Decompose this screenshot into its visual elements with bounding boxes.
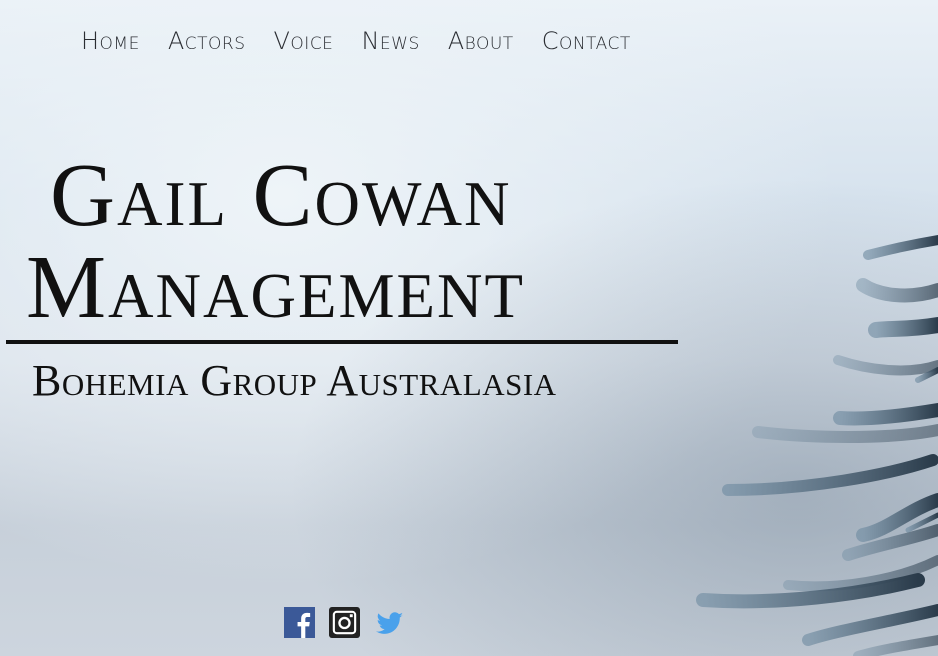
fern-branch-image [696, 235, 938, 656]
nav-contact[interactable]: Contact [542, 26, 631, 56]
social-links [284, 607, 405, 638]
logo-divider [6, 340, 678, 344]
nav-voice[interactable]: Voice [274, 26, 334, 56]
instagram-icon[interactable] [329, 607, 360, 638]
nav-home[interactable]: Home [81, 26, 140, 56]
twitter-icon[interactable] [374, 607, 405, 638]
nav-news[interactable]: News [361, 26, 419, 56]
nav-actors[interactable]: Actors [168, 26, 246, 56]
logo-line-2: Management [26, 238, 525, 337]
logo-tagline: Bohemia Group Australasia [32, 356, 557, 405]
main-nav: Home Actors Voice News About Contact [81, 26, 659, 56]
logo-line-1: Gail Cowan [50, 146, 512, 245]
facebook-icon[interactable] [284, 607, 315, 638]
nav-about[interactable]: About [448, 26, 514, 56]
